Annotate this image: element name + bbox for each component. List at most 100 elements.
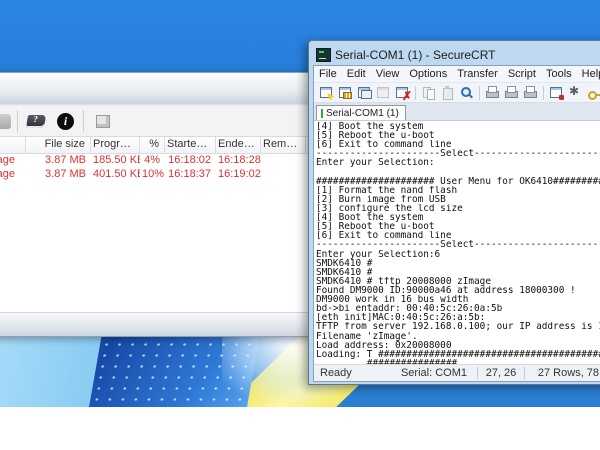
terminal-line: ----------------------Select------------… [316,240,600,249]
help-book-icon[interactable] [26,115,46,128]
cell-progress: 401.50 KB [91,168,140,182]
disconnect-icon[interactable] [395,85,410,100]
transfer-row[interactable]: zImage3.87 MB401.50 KB10%16:18:3716:19:0… [0,168,311,182]
cell-remaining [261,154,306,168]
transfer-window-bottom-strip [0,312,311,336]
copy-icon[interactable] [421,85,436,100]
cell-ended_at: 16:19:02 [216,168,261,182]
terminal-line: DM9000 work in 16 bus width [316,295,600,304]
terminal-line [316,168,600,177]
transfer-window-top-strip [0,73,311,106]
clone-session-icon[interactable] [376,85,391,100]
terminal-line: Found DM9000 ID:90000a46 at address 1800… [316,286,600,295]
terminal-line: [5] Reboot the u-boot [316,222,600,231]
cell-name: zImage [0,168,26,182]
menu-item-edit[interactable]: Edit [342,68,371,80]
status-terminal-size: 27 Rows, 78 Cols [525,367,600,379]
menu-item-tools[interactable]: Tools [541,68,577,80]
connect-in-tab-icon[interactable] [357,85,372,100]
print-setup-icon[interactable] [504,85,519,100]
column-header-ended_at[interactable]: Ended at [216,137,261,153]
paste-icon[interactable] [440,85,455,100]
cell-remaining [261,168,306,182]
cell-percent: 4% [140,154,165,168]
print-preview-icon[interactable] [485,85,500,100]
toolbar-separator [17,110,18,132]
column-header-remaining[interactable]: Remaining [261,137,306,153]
terminal-line: [5] Reboot the u-boot [316,131,600,140]
status-main-section: Ready Serial: COM1 [314,367,477,379]
terminal-line: [3] configure the lcd size [316,204,600,213]
securecrt-titlebar[interactable]: Serial-COM1 (1) - SecureCRT [313,44,600,65]
terminal-line: ##################### User Menu for OK64… [316,177,600,186]
session-options-icon[interactable] [549,85,564,100]
connect-dialog-icon[interactable] [338,85,353,100]
transfer-toolbar: i [0,106,311,137]
terminal-line: bd->bi_entaddr: 00:40:5c:26:0a:5b [316,304,600,313]
cell-started_at: 16:18:37 [165,168,216,182]
tab-label: Serial-COM1 (1) [326,108,399,119]
status-connection: Serial: COM1 [401,367,467,379]
column-header-name[interactable] [0,137,26,153]
tab-serial-com1[interactable]: Serial-COM1 (1) [316,105,406,120]
window-title: Serial-COM1 (1) - SecureCRT [335,48,495,62]
toolbar-separator [83,110,84,132]
connected-indicator-icon [321,109,323,118]
menu-item-options[interactable]: Options [404,68,452,80]
cell-percent: 10% [140,168,165,182]
cell-file_size: 3.87 MB [26,154,91,168]
status-bar: Ready Serial: COM1 27, 26 27 Rows, 78 Co… [314,364,600,381]
cell-name: zImage [0,154,26,168]
menu-item-script[interactable]: Script [503,68,541,80]
column-header-file_size[interactable]: File size [26,137,91,153]
toolbar-separator [543,86,544,100]
transfer-row[interactable]: zImage3.87 MB185.50 KB4%16:18:0216:18:28 [0,154,311,168]
terminal-line: Enter your Selection:6 [316,250,600,259]
partial-tool-icon[interactable] [0,114,11,129]
quick-connect-icon[interactable] [319,85,334,100]
status-cursor-position: 27, 26 [478,367,524,379]
terminal-line: Enter your Selection: [316,158,600,167]
global-options-icon[interactable] [568,85,583,100]
transfer-list-header: File sizeProgress%Started atEnded atRema… [0,137,311,154]
find-icon[interactable] [459,85,474,100]
terminal-line: TFTP from server 192.168.0.100; our IP a… [316,322,600,331]
securecrt-body: FileEditViewOptionsTransferScriptToolsHe… [313,65,600,382]
menu-item-transfer[interactable]: Transfer [452,68,503,80]
cell-ended_at: 16:18:28 [216,154,261,168]
cell-progress: 185.50 KB [91,154,140,168]
cell-file_size: 3.87 MB [26,168,91,182]
terminal-line: SMDK6410 # [316,259,600,268]
cell-started_at: 16:18:02 [165,154,216,168]
keymap-icon[interactable] [587,85,600,100]
securecrt-app-icon [316,48,331,62]
column-header-started_at[interactable]: Started at [165,137,216,153]
menu-item-file[interactable]: File [314,68,342,80]
terminal-line: Filename 'zImage'. [316,332,600,341]
about-info-icon[interactable]: i [57,113,74,130]
terminal-line: [4] Boot the system [316,213,600,222]
securecrt-window: Serial-COM1 (1) - SecureCRT FileEditView… [308,40,600,385]
toolbar-separator [479,86,480,100]
column-header-percent[interactable]: % [140,137,165,153]
terminal-line: Load address: 0x20008000 [316,341,600,350]
menu-item-help[interactable]: Help [577,68,600,80]
menu-item-view[interactable]: View [371,68,405,80]
column-header-progress[interactable]: Progress [91,137,140,153]
terminal-line: [4] Boot the system [316,122,600,131]
terminal-line: [6] Exit to command line [316,231,600,240]
terminal-line: [6] Exit to command line [316,140,600,149]
bottom-white-strip [0,407,600,450]
terminal-line: ----------------------Select------------… [316,149,600,158]
terminal-line: SMDK6410 # tftp 20008000 zImage [316,277,600,286]
toolbar-separator [415,86,416,100]
terminal-line: [eth_init]MAC:0:40:5c:26:a:5b: [316,313,600,322]
terminal-line: Loading: T #############################… [316,350,600,359]
print-icon[interactable] [523,85,538,100]
tftp-transfer-window: i File sizeProgress%Started atEnded atRe… [0,72,312,337]
tray-window-icon[interactable] [96,115,110,128]
terminal-screen[interactable]: [4] Boot the system[5] Reboot the u-boot… [314,121,600,364]
menu-bar: FileEditViewOptionsTransferScriptToolsHe… [314,66,600,83]
terminal-line: [1] Format the nand flash [316,186,600,195]
transfer-list: zImage3.87 MB185.50 KB4%16:18:0216:18:28… [0,154,311,312]
